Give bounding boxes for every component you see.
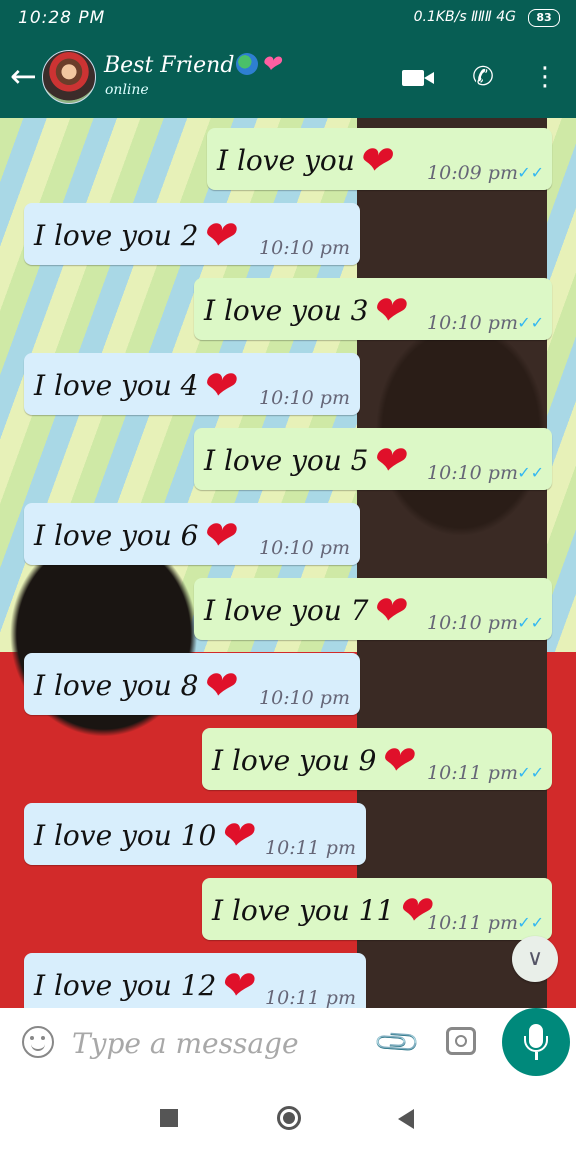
message-text: I love you 10❤ (34, 813, 252, 859)
message-text-value: I love you 7 (204, 594, 369, 627)
back-triangle-icon[interactable] (398, 1109, 414, 1129)
outgoing-message[interactable]: I love you 3❤ 10:10 pm ✓✓ (194, 278, 552, 340)
status-bar: 10:28 PM 0.1KB/s ⅡⅡⅡ 4G 83 (0, 0, 576, 36)
battery-icon: 83 (528, 9, 560, 27)
message-timestamp: 10:11 pm (265, 837, 356, 859)
read-receipt-ticks-icon: ✓✓ (517, 613, 544, 632)
outgoing-message[interactable]: I love you 9❤ 10:11 pm ✓✓ (202, 728, 552, 790)
recent-apps-icon[interactable] (160, 1109, 178, 1127)
incoming-message[interactable]: I love you 6❤ 10:10 pm (24, 503, 360, 565)
red-heart-emoji-icon: ❤ (200, 363, 235, 409)
sparkling-heart-emoji-icon: ❤ (260, 50, 281, 78)
camera-icon[interactable] (446, 1027, 476, 1055)
message-text-value: I love you 12 (34, 969, 217, 1002)
message-timestamp: 10:11 pm (427, 762, 518, 784)
contact-name[interactable]: Best Friend ❤ (104, 50, 281, 78)
message-composer: 📎 (0, 1008, 576, 1084)
message-text-value: I love you 10 (34, 819, 217, 852)
message-text: I love you 7❤ (204, 588, 404, 634)
message-text: I love you 11❤ (212, 888, 430, 934)
message-timestamp: 10:10 pm (427, 312, 518, 334)
message-text-value: I love you 5 (204, 444, 369, 477)
message-input-box: 📎 (8, 1009, 494, 1075)
message-text-value: I love you 2 (34, 219, 199, 252)
message-text: I love you 9❤ (212, 738, 412, 784)
phone-icon[interactable]: ✆ (462, 56, 504, 98)
incoming-message[interactable]: I love you 12❤ 10:11 pm (24, 953, 366, 1008)
attachment-paperclip-icon[interactable]: 📎 (370, 1015, 427, 1072)
message-text-value: I love you 11 (212, 894, 395, 927)
message-text-value: I love you 8 (34, 669, 199, 702)
emoji-icon[interactable] (22, 1026, 54, 1058)
message-timestamp: 10:10 pm (427, 462, 518, 484)
message-timestamp: 10:11 pm (427, 912, 518, 934)
chat-area[interactable]: I love you❤ 10:09 pm ✓✓ I love you 2❤ 10:10 … (0, 118, 576, 1008)
red-heart-emoji-icon: ❤ (370, 588, 405, 634)
red-heart-emoji-icon: ❤ (370, 438, 405, 484)
red-heart-emoji-icon: ❤ (356, 138, 391, 184)
status-time: 10:28 PM (18, 8, 106, 28)
message-text-value: I love you 4 (34, 369, 199, 402)
message-timestamp: 10:10 pm (427, 612, 518, 634)
message-text: I love you 2❤ (34, 213, 234, 259)
read-receipt-ticks-icon: ✓✓ (517, 463, 544, 482)
message-text: I love you 5❤ (204, 438, 404, 484)
red-heart-emoji-icon: ❤ (218, 963, 252, 1008)
read-receipt-ticks-icon: ✓✓ (517, 913, 544, 932)
message-text: I love you 8❤ (34, 663, 234, 709)
message-timestamp: 10:10 pm (259, 687, 350, 709)
back-arrow-icon[interactable]: ← (10, 56, 44, 96)
read-receipt-ticks-icon: ✓✓ (517, 313, 544, 332)
outgoing-message[interactable]: I love you 5❤ 10:10 pm ✓✓ (194, 428, 552, 490)
network-indicator: 0.1KB/s ⅡⅡⅡ 4G (413, 9, 516, 25)
message-text-value: I love you 6 (34, 519, 199, 552)
message-text: I love you 3❤ (204, 288, 404, 334)
message-text: I love you❤ (217, 138, 390, 184)
message-timestamp: 10:11 pm (265, 987, 356, 1008)
contact-status: online (105, 82, 149, 98)
message-timestamp: 10:09 pm (427, 162, 518, 184)
message-text: I love you 4❤ (34, 363, 234, 409)
message-text-value: I love you 3 (204, 294, 369, 327)
incoming-message[interactable]: I love you 4❤ 10:10 pm (24, 353, 360, 415)
incoming-message[interactable]: I love you 10❤ 10:11 pm (24, 803, 366, 865)
system-navigation-bar (0, 1084, 576, 1152)
message-text-value: I love you (217, 144, 355, 177)
read-receipt-ticks-icon: ✓✓ (517, 763, 544, 782)
home-icon[interactable] (277, 1106, 301, 1130)
incoming-message[interactable]: I love you 8❤ 10:10 pm (24, 653, 360, 715)
globe-emoji-icon (236, 53, 259, 75)
red-heart-emoji-icon: ❤ (200, 213, 235, 259)
voice-record-button[interactable] (502, 1008, 570, 1076)
message-text-value: I love you 9 (212, 744, 377, 777)
read-receipt-ticks-icon: ✓✓ (517, 163, 544, 182)
outgoing-message[interactable]: I love you 7❤ 10:10 pm ✓✓ (194, 578, 552, 640)
chat-header: ← Best Friend ❤ online ✆ ⋮ (0, 36, 576, 118)
red-heart-emoji-icon: ❤ (218, 813, 252, 859)
red-heart-emoji-icon: ❤ (200, 513, 235, 559)
message-text: I love you 6❤ (34, 513, 234, 559)
message-timestamp: 10:10 pm (259, 237, 350, 259)
red-heart-emoji-icon: ❤ (200, 663, 235, 709)
outgoing-message[interactable]: I love you❤ 10:09 pm ✓✓ (207, 128, 552, 190)
message-timestamp: 10:10 pm (259, 387, 350, 409)
microphone-icon (524, 1024, 548, 1052)
contact-name-text: Best Friend (104, 53, 235, 78)
more-options-icon[interactable]: ⋮ (524, 56, 566, 98)
message-text: I love you 12❤ (34, 963, 252, 1008)
red-heart-emoji-icon: ❤ (370, 288, 405, 334)
message-timestamp: 10:10 pm (259, 537, 350, 559)
outgoing-message[interactable]: I love you 11❤ 10:11 pm ✓✓ (202, 878, 552, 940)
red-heart-emoji-icon: ❤ (378, 738, 413, 784)
scroll-down-icon[interactable]: ∨ (512, 936, 558, 982)
message-input[interactable] (70, 1021, 374, 1065)
avatar[interactable] (42, 50, 96, 104)
video-call-icon[interactable] (392, 56, 434, 98)
red-heart-emoji-icon: ❤ (396, 888, 430, 934)
incoming-message[interactable]: I love you 2❤ 10:10 pm (24, 203, 360, 265)
